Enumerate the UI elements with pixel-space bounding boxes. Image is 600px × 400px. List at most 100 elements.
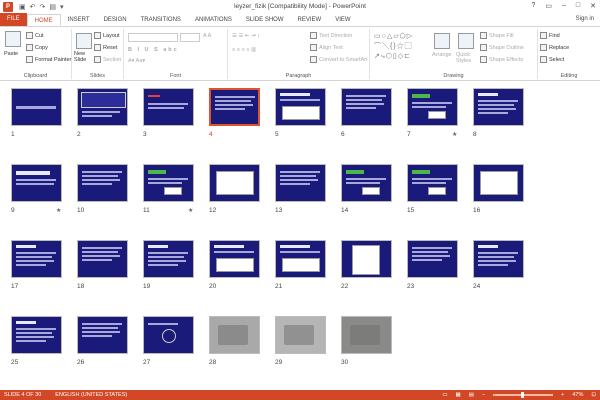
font-size-field[interactable] (180, 33, 200, 42)
layout-button[interactable]: Layout (94, 32, 120, 39)
font-color-button[interactable]: A▾ Aa▾ (128, 58, 145, 64)
slide-thumbnail[interactable] (11, 88, 62, 126)
slide-thumbnail[interactable] (341, 88, 392, 126)
editing-group: Find Replace Select Editing (538, 29, 600, 79)
align-buttons[interactable]: ≡ ≡ ≡ ≡ ▥ (232, 47, 256, 53)
cut-button[interactable]: Cut (26, 32, 44, 39)
font-grow-shrink[interactable]: A A (203, 33, 211, 39)
text-direction-icon (310, 32, 317, 39)
tab-design[interactable]: DESIGN (97, 14, 134, 26)
slide-thumbnail[interactable] (11, 316, 62, 354)
undo-icon[interactable]: ↶ (30, 3, 36, 11)
slide-thumbnail[interactable] (143, 164, 194, 202)
slide-thumbnail[interactable] (143, 316, 194, 354)
text-direction-button[interactable]: Text Direction (310, 32, 352, 39)
section-button[interactable]: Section (94, 56, 121, 63)
slide-thumbnail[interactable] (209, 316, 260, 354)
slide-thumbnail[interactable] (275, 240, 326, 278)
zoom-in-icon[interactable]: + (561, 392, 564, 398)
slide-thumbnail[interactable] (209, 240, 260, 278)
smartart-icon (310, 56, 317, 63)
paragraph-group-label: Paragraph (285, 73, 312, 79)
maximize-button[interactable]: □ (576, 2, 580, 10)
slide-thumbnail[interactable] (77, 240, 128, 278)
slide-thumbnail[interactable] (407, 164, 458, 202)
sorter-view-icon[interactable]: ▦ (456, 392, 461, 398)
zoom-out-icon[interactable]: − (482, 392, 485, 398)
slide-thumbnail[interactable] (143, 240, 194, 278)
shape-effects-button[interactable]: Shape Effects (480, 56, 523, 63)
slide-thumbnail[interactable] (275, 164, 326, 202)
tab-animations[interactable]: ANIMATIONS (188, 14, 239, 26)
zoom-level[interactable]: 47% (572, 392, 583, 398)
redo-icon[interactable]: ↷ (40, 3, 46, 11)
new-slide-button[interactable]: New Slide (74, 51, 92, 63)
reading-view-icon[interactable]: ▤ (469, 392, 474, 398)
slide-thumbnail[interactable] (473, 240, 524, 278)
align-text-button[interactable]: Align Text (310, 44, 343, 51)
paste-button[interactable]: Paste (4, 51, 18, 57)
tab-file[interactable]: FILE (0, 13, 27, 26)
ribbon-display-button[interactable]: ▭ (545, 2, 552, 10)
select-button[interactable]: Select (540, 56, 564, 63)
replace-label: Replace (549, 44, 570, 51)
reset-button[interactable]: Reset (94, 44, 117, 51)
slide-thumbnail[interactable] (407, 88, 458, 126)
shapes-gallery[interactable]: ▭○△▱⬠▷ ⌒╲{}☆▢ ↗⤷⬡▯◇⊏ (374, 32, 430, 64)
zoom-slider[interactable] (493, 392, 554, 398)
slide-thumbnail[interactable] (77, 164, 128, 202)
shape-fill-button[interactable]: Shape Fill (480, 32, 513, 39)
zoom-slider-thumb[interactable] (521, 392, 525, 398)
quick-styles-icon (458, 33, 474, 49)
fit-slide-icon[interactable]: ⊡ (591, 392, 596, 398)
format-painter-label: Format Painter (35, 56, 72, 63)
slide-thumbnail[interactable] (341, 316, 392, 354)
drawing-group: ▭○△▱⬠▷ ⌒╲{}☆▢ ↗⤷⬡▯◇⊏ Arrange Quick Styles … (370, 29, 538, 79)
save-icon[interactable]: ▣ (19, 3, 26, 11)
notes-icon[interactable]: ▭ (442, 392, 447, 398)
tab-view[interactable]: VIEW (328, 14, 357, 26)
tab-insert[interactable]: INSERT (61, 14, 97, 26)
slide-thumbnail[interactable] (473, 164, 524, 202)
convert-smartart-button[interactable]: Convert to SmartArt (310, 56, 368, 63)
slide-thumbnail[interactable] (11, 164, 62, 202)
replace-button[interactable]: Replace (540, 44, 569, 51)
close-button[interactable]: ✕ (590, 2, 596, 10)
find-button[interactable]: Find (540, 32, 560, 39)
slide-number: 19 (143, 283, 151, 290)
transition-star-icon[interactable]: ★ (452, 131, 457, 138)
minimize-button[interactable]: – (562, 2, 566, 10)
slide-thumbnail[interactable] (341, 164, 392, 202)
slide-thumbnail[interactable] (11, 240, 62, 278)
list-buttons[interactable]: ☰ ☰ ⇤ ⇥ ↕ (232, 33, 260, 39)
tab-review[interactable]: REVIEW (291, 14, 329, 26)
slide-number: 8 (473, 131, 477, 138)
shape-outline-button[interactable]: Shape Outline (480, 44, 524, 51)
slide-thumbnail[interactable] (209, 88, 260, 126)
transition-star-icon[interactable]: ★ (56, 207, 61, 214)
slide-thumbnail[interactable] (341, 240, 392, 278)
copy-button[interactable]: Copy (26, 44, 48, 51)
arrange-button[interactable]: Arrange (432, 52, 452, 58)
slide-thumbnail[interactable] (407, 240, 458, 278)
slide-thumbnail[interactable] (209, 164, 260, 202)
start-slideshow-icon[interactable]: ▤ (49, 3, 56, 11)
slide-thumbnail[interactable] (77, 88, 128, 126)
slide-thumbnail[interactable] (77, 316, 128, 354)
slide-thumbnail[interactable] (473, 88, 524, 126)
slide-thumbnail[interactable] (275, 88, 326, 126)
tab-transitions[interactable]: TRANSITIONS (134, 14, 188, 26)
font-name-field[interactable] (128, 33, 178, 42)
format-painter-button[interactable]: Format Painter (26, 56, 71, 63)
slide-thumbnail[interactable] (143, 88, 194, 126)
customize-qat-icon[interactable]: ▾ (60, 3, 64, 11)
help-button[interactable]: ? (531, 2, 535, 10)
slide-thumbnail[interactable] (275, 316, 326, 354)
language-indicator[interactable]: ENGLISH (UNITED STATES) (55, 392, 127, 398)
font-style-buttons[interactable]: B I U S abc (128, 47, 179, 53)
quick-styles-button[interactable]: Quick Styles (456, 52, 474, 64)
tab-slide-show[interactable]: SLIDE SHOW (239, 14, 291, 26)
sign-in-link[interactable]: Sign in (576, 16, 594, 22)
transition-star-icon[interactable]: ★ (188, 207, 193, 214)
tab-home[interactable]: HOME (26, 14, 61, 26)
